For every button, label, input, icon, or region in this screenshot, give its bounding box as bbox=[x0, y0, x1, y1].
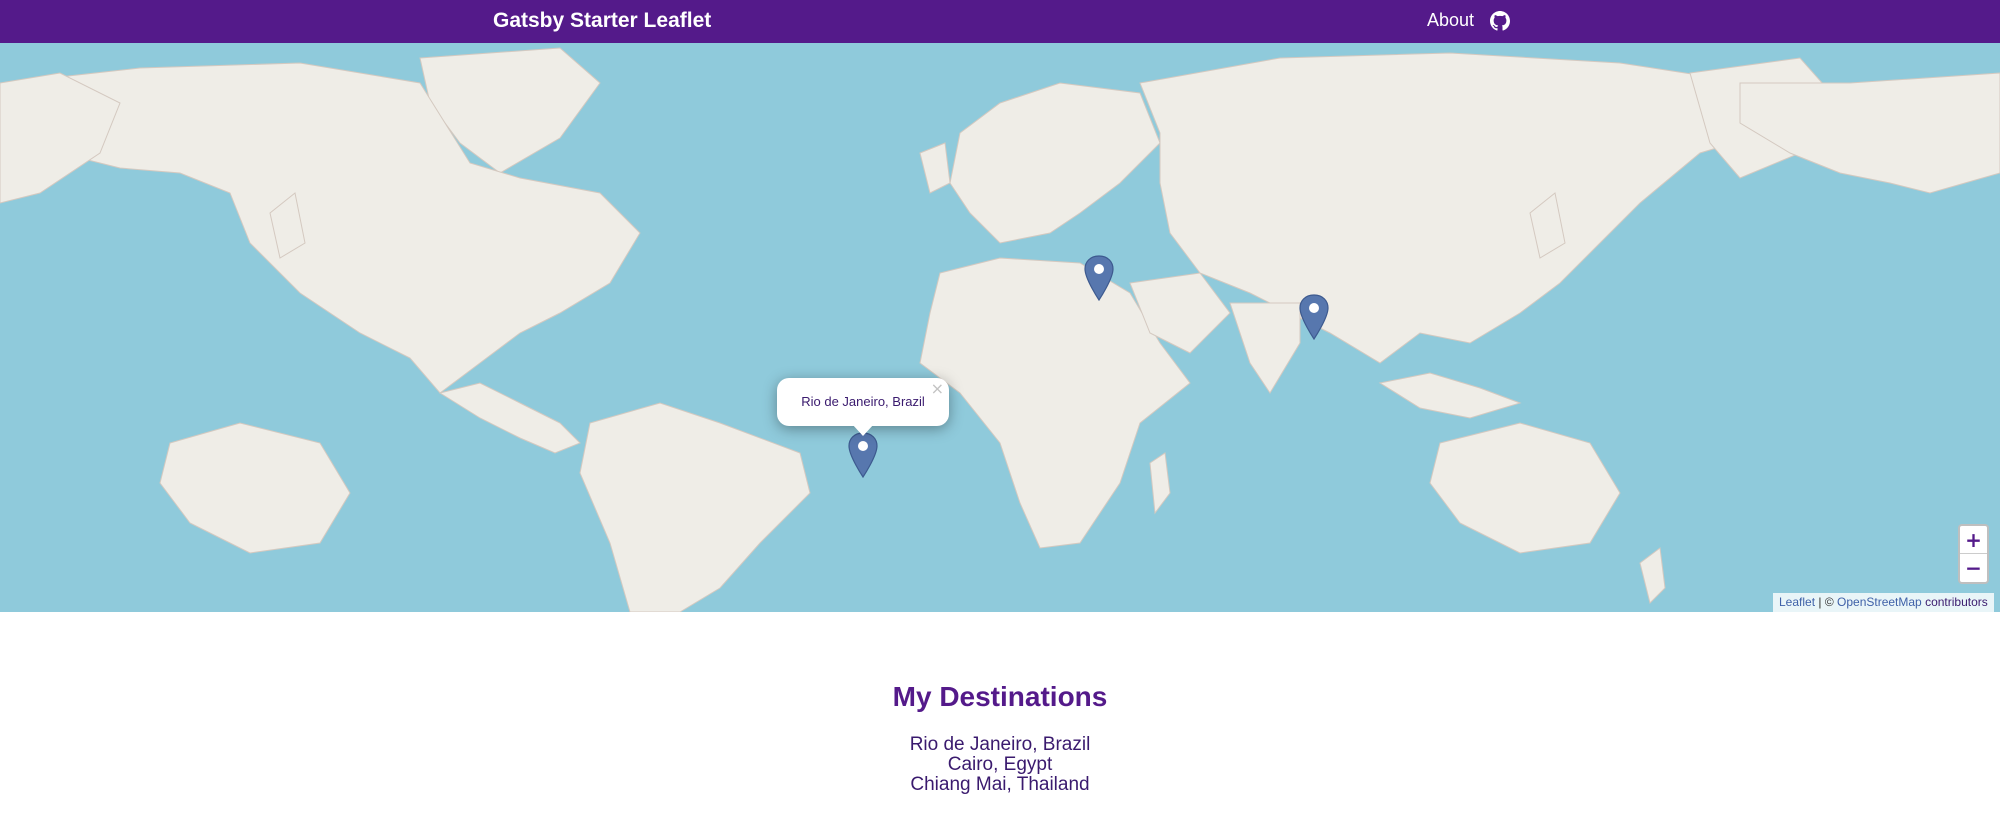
attribution-contributors: contributors bbox=[1925, 595, 1988, 609]
zoom-out-button[interactable]: − bbox=[1960, 554, 1987, 582]
top-nav-bar: Gatsby Starter Leaflet About bbox=[0, 0, 2000, 43]
openstreetmap-link[interactable]: OpenStreetMap bbox=[1837, 595, 1922, 609]
zoom-control: + − bbox=[1958, 524, 1989, 584]
map-tiles bbox=[0, 47, 2000, 612]
map-attribution: Leaflet | © OpenStreetMap contributors bbox=[1773, 593, 1994, 612]
map-pin-icon[interactable] bbox=[1299, 294, 1329, 341]
site-title[interactable]: Gatsby Starter Leaflet bbox=[493, 9, 711, 33]
github-icon[interactable] bbox=[1490, 11, 1510, 31]
map-pin-icon[interactable] bbox=[1084, 255, 1114, 302]
zoom-in-button[interactable]: + bbox=[1960, 526, 1987, 554]
attribution-separator: | © bbox=[1818, 595, 1834, 609]
world-map[interactable]: Rio de Janeiro, Brazil × + − Leaflet | ©… bbox=[0, 43, 2000, 612]
destinations-heading: My Destinations bbox=[892, 681, 1108, 712]
destination-item: Rio de Janeiro, Brazil bbox=[909, 734, 1091, 755]
map-pin-icon[interactable] bbox=[848, 432, 878, 479]
popup-text: Rio de Janeiro, Brazil bbox=[801, 394, 925, 409]
destinations-list: Rio de Janeiro, Brazil Cairo, Egypt Chia… bbox=[0, 735, 2000, 795]
about-link[interactable]: About bbox=[1427, 10, 1474, 31]
popup-close-button[interactable]: × bbox=[931, 379, 944, 398]
popup-tip bbox=[852, 424, 874, 436]
destination-item: Chiang Mai, Thailand bbox=[910, 774, 1090, 795]
leaflet-link[interactable]: Leaflet bbox=[1779, 595, 1815, 609]
marker-popup: Rio de Janeiro, Brazil × bbox=[777, 378, 949, 436]
destination-item: Cairo, Egypt bbox=[947, 754, 1053, 775]
